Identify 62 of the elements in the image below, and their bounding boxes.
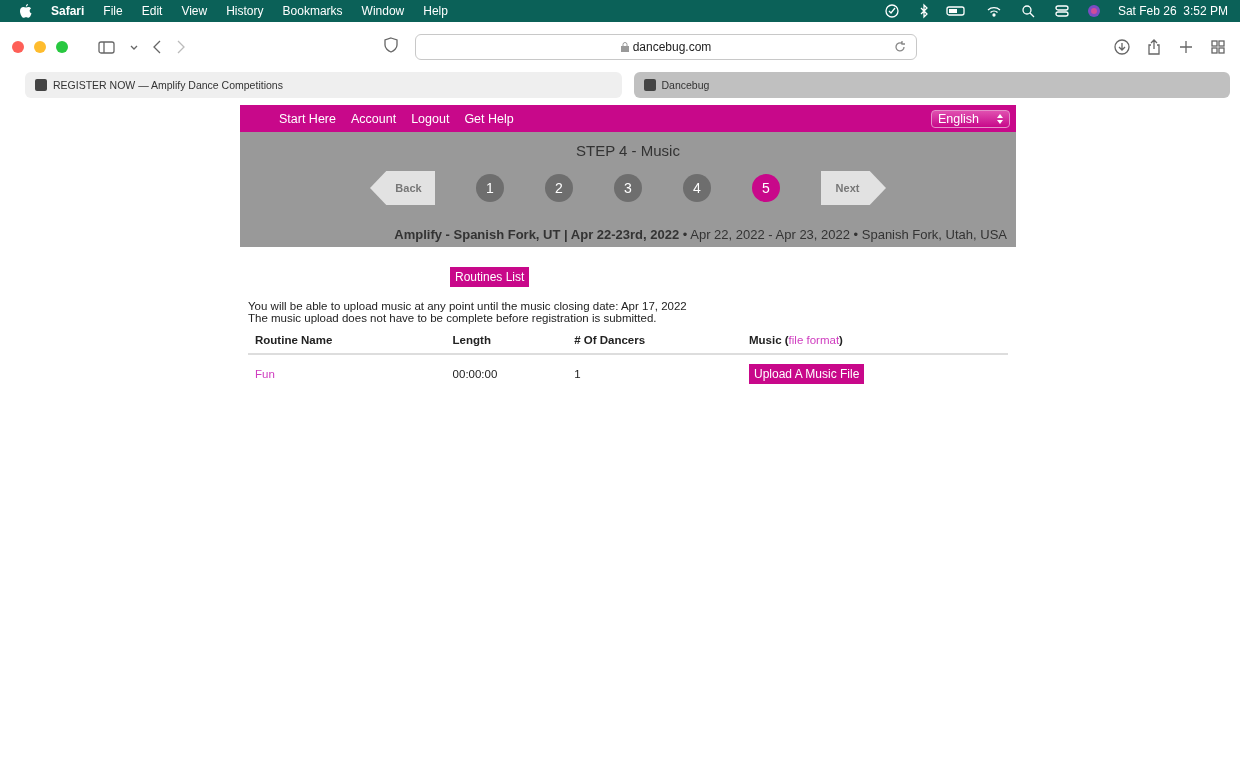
- chevron-down-icon: [130, 44, 138, 50]
- menu-item[interactable]: View: [181, 4, 208, 18]
- maximize-button[interactable]: [56, 41, 68, 53]
- column-header: ): [839, 334, 843, 346]
- shield-icon: [383, 37, 399, 53]
- column-header: Routine Name: [255, 334, 333, 346]
- nav-link[interactable]: Start Here: [279, 111, 336, 126]
- step-circle[interactable]: 1: [476, 174, 504, 202]
- menu-item[interactable]: Window: [361, 4, 405, 18]
- grid-icon: [1210, 39, 1226, 55]
- nav-link[interactable]: Get Help: [464, 111, 514, 126]
- favicon-icon: [643, 79, 656, 91]
- menu-item[interactable]: File: [103, 4, 123, 18]
- info-text: You will be able to upload music at any point until the music closing date: Apr 17, 2022: [248, 300, 688, 312]
- step-title: STEP 4 - Music: [576, 142, 680, 159]
- column-header: Length: [452, 334, 491, 346]
- upload-button[interactable]: Upload A Music File: [749, 364, 865, 384]
- plus-icon: [1178, 39, 1194, 55]
- share-icon: [1146, 39, 1162, 55]
- back-icon: [152, 39, 162, 55]
- column-header: # Of Dancers: [574, 334, 646, 346]
- nav-link[interactable]: Logout: [411, 111, 450, 126]
- step-circle[interactable]: 3: [614, 174, 642, 202]
- clock[interactable]: Sat Feb 26 3:52 PM: [1117, 4, 1228, 18]
- event-info: Amplify - Spanish Fork, UT | Apr 22-23rd, 2022 • Apr 22, 2022 - Apr 23, 2022 • Spanish Fork, Utah, USA: [394, 227, 1007, 242]
- close-button[interactable]: [12, 41, 24, 53]
- back-button[interactable]: Back: [370, 171, 435, 205]
- browser-tab[interactable]: Dancebug: [633, 72, 1230, 98]
- toggle-icon: [1053, 3, 1070, 19]
- next-button[interactable]: Next: [821, 171, 886, 205]
- step-circle[interactable]: 2: [545, 174, 573, 202]
- reload-icon: [892, 39, 908, 55]
- dancers-cell: 1: [574, 368, 581, 380]
- menu-item[interactable]: Help: [423, 4, 448, 18]
- routine-link[interactable]: Fun: [255, 368, 275, 380]
- routines-list-button[interactable]: Routines List: [450, 267, 530, 287]
- menu-item[interactable]: History: [226, 4, 264, 18]
- updown-arrows-icon: [997, 113, 1003, 124]
- checkmark-icon: [883, 3, 900, 19]
- info-text: The music upload does not have to be complete before registration is submitted.: [248, 312, 658, 324]
- app-menu[interactable]: Safari: [51, 4, 85, 18]
- menu-item[interactable]: Edit: [141, 4, 163, 18]
- favicon-icon: [35, 79, 47, 91]
- apple-icon[interactable]: [20, 4, 32, 18]
- nav-link[interactable]: Account: [350, 111, 397, 126]
- forward-icon: [176, 39, 186, 55]
- search-icon: [1019, 3, 1036, 19]
- file-format-link[interactable]: file format: [788, 334, 840, 346]
- download-icon: [1114, 39, 1130, 55]
- step-circle[interactable]: 4: [683, 174, 711, 202]
- minimize-button[interactable]: [34, 41, 46, 53]
- column-header: Music (: [749, 334, 789, 346]
- url-text: dancebug.com: [632, 40, 712, 54]
- lock-icon: [620, 42, 629, 52]
- address-field[interactable]: dancebug.com: [415, 34, 917, 60]
- menu-item[interactable]: Bookmarks: [282, 4, 343, 18]
- sidebar-icon: [98, 39, 116, 55]
- length-cell: 00:00:00: [452, 368, 498, 380]
- step-circle[interactable]: 5: [752, 174, 780, 202]
- language-select[interactable]: English: [931, 109, 1010, 128]
- battery-icon: [945, 3, 968, 19]
- browser-tab[interactable]: REGISTER NOW — Amplify Dance Competitions: [25, 72, 622, 98]
